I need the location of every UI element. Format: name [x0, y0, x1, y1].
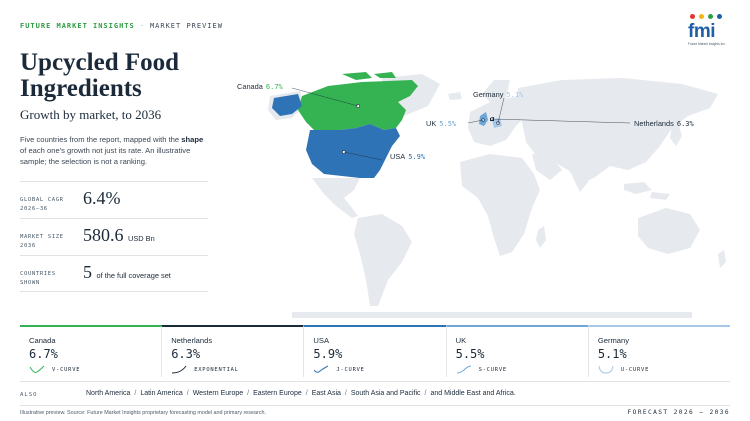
regions-list: North America / Latin America / Western Euro…: [86, 390, 516, 397]
logo-dots: [688, 14, 730, 20]
map-label-netherlands: Netherlands 6.3%: [634, 119, 694, 128]
stat-countries-shown: COUNTRIES SHOWN 5 of the full coverage s…: [20, 255, 208, 292]
card-germany: Germany 5.1% U-CURVE: [587, 325, 731, 377]
card-usa: USA 5.9% J-CURVE: [303, 325, 446, 377]
forecast-range: FORECAST 2026 – 2036: [627, 409, 730, 416]
v-curve-icon: [29, 365, 45, 373]
stat-value: 6.4%: [83, 188, 121, 208]
stat-label: MARKET SIZE 2036: [20, 234, 64, 249]
card-country: Canada: [29, 336, 56, 345]
stat-unit: USD Bn: [128, 234, 155, 243]
card-country: Netherlands: [171, 336, 213, 345]
brand-name: FUTURE MARKET INSIGHTS: [20, 22, 135, 30]
description-bold: shape: [181, 135, 204, 144]
card-country: UK: [455, 336, 467, 345]
description-part1: Five countries from the report, mapped w…: [20, 135, 182, 144]
fmi-logo: fmi Future Market Insights Inc.: [688, 14, 730, 46]
logo-wordmark: fmi: [688, 21, 716, 42]
stats-panel: GLOBAL CAGR 2026–36 6.4% MARKET SIZE 203…: [20, 181, 208, 292]
region-item: Eastern Europe: [253, 390, 302, 397]
map-label-canada: Canada 6.7%: [237, 82, 283, 91]
source-note: Illustrative preview. Source: Future Mar…: [20, 410, 266, 416]
usa-shape: [306, 124, 400, 178]
also-regions-row: ALSO North America / Latin America / Western…: [20, 381, 730, 406]
card-value: 6.7%: [29, 347, 58, 361]
stat-global-cagr: GLOBAL CAGR 2026–36 6.4%: [20, 181, 208, 218]
j-curve-icon: [314, 365, 329, 373]
logo-tagline: Future Market Insights Inc.: [688, 42, 726, 46]
top-bar: FUTURE MARKET INSIGHTS · MARKET PREVIEW: [20, 22, 223, 30]
description-part2: of each one's growth not just its rate. …: [20, 146, 191, 166]
region-item: and Middle East and Africa.: [430, 390, 516, 397]
header-separator: ·: [139, 22, 145, 30]
region-item: South Asia and Pacific: [350, 390, 421, 397]
card-curve-type: V-CURVE: [52, 367, 81, 373]
stat-label: GLOBAL CAGR 2026–36: [20, 197, 64, 212]
card-uk: UK 5.5% S-CURVE: [445, 325, 588, 377]
card-country: Germany: [597, 336, 630, 345]
page-title: Upcycled Food Ingredients: [20, 49, 180, 102]
card-netherlands: Netherlands 6.3% EXPONENTIAL: [161, 325, 304, 377]
card-country: USA: [313, 336, 330, 345]
page-subtitle: Growth by market, to 2036: [20, 107, 162, 122]
card-curve-type: EXPONENTIAL: [194, 367, 239, 373]
stat-unit: of the full coverage set: [96, 271, 171, 280]
world-map: Canada 6.7% Germany 5.1% UK 5.5% Netherland…: [232, 66, 742, 318]
card-value: 5.9%: [313, 347, 343, 361]
u-curve-icon: [598, 365, 614, 374]
card-value: 5.5%: [455, 347, 485, 361]
card-value: 5.1%: [597, 347, 627, 361]
exponential-curve-icon: [172, 365, 187, 374]
card-canada: Canada 6.7% V-CURVE: [20, 325, 162, 377]
stat-value: 5 of the full coverage set: [83, 262, 171, 282]
region-item: Western Europe: [192, 390, 244, 397]
world-map-svg: [268, 72, 726, 318]
stat-label: COUNTRIES SHOWN: [20, 271, 56, 286]
stat-market-size: MARKET SIZE 2036 580.6 USD Bn: [20, 218, 208, 255]
card-curve-type: S-CURVE: [478, 367, 507, 373]
description: Five countries from the report, mapped w…: [20, 134, 205, 167]
map-label-uk: UK 5.5%: [426, 119, 457, 128]
map-label-usa: USA 5.9%: [390, 152, 426, 161]
region-item: North America: [86, 390, 131, 397]
card-curve-type: U-CURVE: [620, 367, 650, 373]
card-value: 6.3%: [171, 347, 201, 361]
also-label: ALSO: [20, 392, 38, 398]
card-curve-type: J-CURVE: [336, 367, 365, 373]
country-cards: Canada 6.7% V-CURVE Netherlands 6.3% EXP…: [20, 325, 731, 377]
region-item: East Asia: [311, 390, 341, 397]
region-item: Latin America: [140, 390, 183, 397]
map-label-germany: Germany 5.1%: [473, 90, 524, 99]
breadcrumb: MARKET PREVIEW: [149, 22, 223, 30]
s-curve-icon: [456, 365, 471, 374]
stat-value: 580.6 USD Bn: [83, 225, 155, 245]
